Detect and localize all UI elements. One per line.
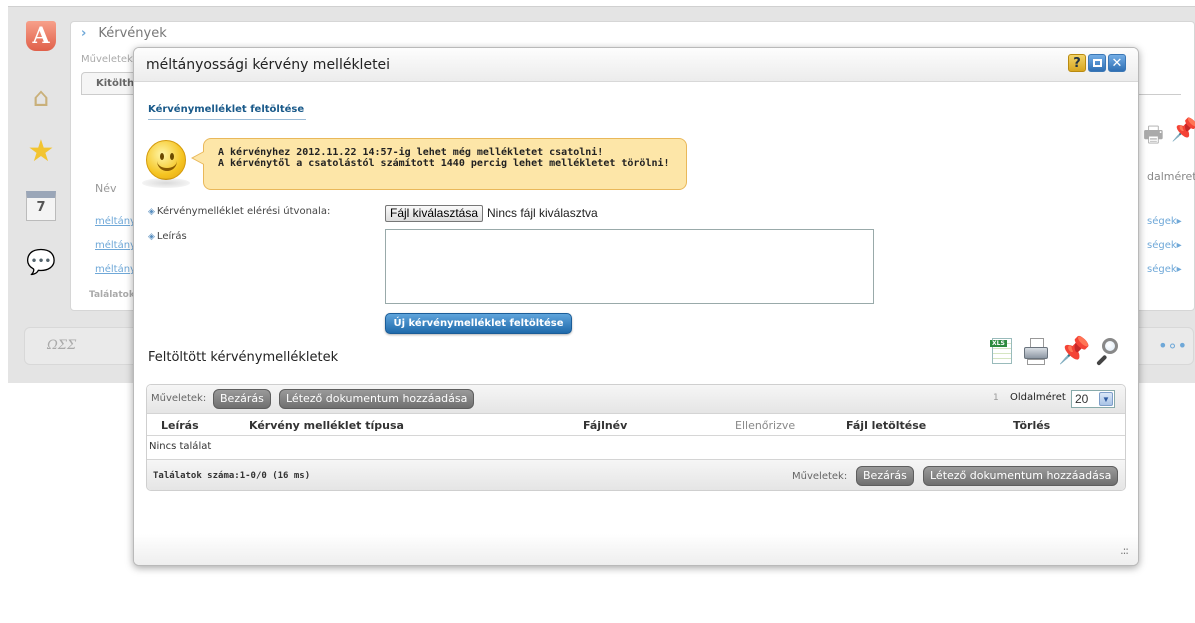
printer-tray — [1027, 359, 1045, 365]
home-icon[interactable]: ⌂ — [26, 83, 56, 113]
col-header-checked: Ellenőrizve — [735, 419, 796, 432]
smiley-icon — [146, 140, 186, 180]
upload-section-heading: Kérvénymelléklet feltöltése — [148, 104, 305, 115]
found-count: Találatok száma:1-0/0 (16 ms) — [153, 471, 311, 481]
dialog-header-buttons: ? ✕ — [1068, 54, 1126, 72]
print-icon[interactable] — [1022, 336, 1050, 366]
maximize-icon — [1092, 59, 1102, 67]
smiley-mouth — [157, 159, 177, 171]
background-actions-label: Műveletek: — [81, 54, 137, 65]
col-header-delete[interactable]: Törlés — [1013, 419, 1050, 432]
star-icon[interactable]: ★ — [26, 137, 56, 167]
description-label: ◈ Leírás — [148, 231, 187, 242]
background-row-action-link[interactable]: ségek▸ — [1147, 216, 1182, 227]
choose-file-button[interactable]: Fájl kiválasztása — [385, 205, 484, 222]
background-row-action-link[interactable]: ségek▸ — [1147, 240, 1182, 251]
search-icon[interactable] — [1092, 336, 1120, 366]
footer-close-button[interactable]: Bezárás — [856, 466, 914, 486]
grid-header-divider — [147, 435, 1125, 436]
col-header-file-download[interactable]: Fájl letöltése — [846, 419, 926, 432]
magnifier-handle — [1096, 354, 1108, 366]
background-row-action-link[interactable]: ségek▸ — [1147, 264, 1182, 275]
notice-bubble-tail-fill — [193, 152, 204, 164]
smiley-shadow — [142, 178, 190, 188]
maximize-button[interactable] — [1088, 54, 1106, 72]
dialog-header[interactable]: méltányossági kérvény mellékletei ? ✕ — [134, 48, 1138, 82]
diamond-bullet-icon: ◈ — [148, 207, 155, 217]
chat-icon[interactable]: 💬 — [26, 247, 56, 277]
path-label: ◈ Kérvénymelléklet elérési útvonala: — [148, 206, 330, 217]
add-existing-document-button[interactable]: Létező dokumentum hozzáadása — [279, 389, 475, 409]
no-result-row: Nincs találat — [149, 441, 212, 452]
attachments-grid: Műveletek: Bezárás Létező dokumentum hoz… — [146, 384, 1126, 491]
background-print-icon[interactable]: 🖶 — [1143, 118, 1164, 156]
path-label-text: Kérvénymelléklet elérési útvonala: — [156, 206, 331, 217]
page-size-select[interactable]: 20 ▼ — [1071, 390, 1115, 408]
background-page-size-label: dalméret — [1147, 170, 1195, 183]
page-size-label: Oldalméret — [1010, 392, 1066, 403]
grid-toolbar: Műveletek: Bezárás Létező dokumentum hoz… — [147, 385, 1125, 414]
app-logo-icon[interactable]: A — [26, 21, 56, 51]
description-label-text: Leírás — [156, 231, 187, 242]
dialog-bottom-bar — [134, 534, 1138, 565]
upload-attachment-button[interactable]: Új kérvénymelléklet feltöltése — [385, 313, 572, 334]
dialog-title: méltányossági kérvény mellékletei — [146, 57, 391, 73]
upload-heading-underline — [148, 119, 306, 120]
footer-actions-label: Műveletek: — [792, 471, 848, 482]
page-number[interactable]: 1 — [993, 393, 999, 403]
col-header-filename[interactable]: Fájlnév — [583, 419, 627, 432]
background-title-text: Kérvények — [98, 26, 167, 41]
chevron-right-icon: › — [81, 26, 87, 41]
xls-export-icon[interactable]: XLS — [988, 336, 1016, 366]
notice-bubble: A kérvényhez 2012.11.22 14:57-ig lehet m… — [203, 138, 687, 190]
attachments-dialog: méltányossági kérvény mellékletei ? ✕ Ké… — [133, 47, 1139, 566]
col-header-description[interactable]: Leírás — [161, 419, 199, 432]
pin-icon[interactable]: 📌 — [1058, 336, 1090, 366]
notice-line-deadline: A kérvényhez 2012.11.22 14:57-ig lehet m… — [218, 147, 604, 158]
background-pin-icon[interactable]: 📌 — [1171, 118, 1195, 143]
background-col-name: Név — [95, 182, 117, 195]
grid-footer: Találatok száma:1-0/0 (16 ms) Műveletek:… — [147, 459, 1125, 490]
chevron-down-icon[interactable]: ▼ — [1099, 392, 1113, 406]
help-button[interactable]: ? — [1068, 54, 1086, 72]
col-header-attachment-type[interactable]: Kérvény melléklet típusa — [249, 419, 404, 432]
footer-add-existing-document-button[interactable]: Létező dokumentum hozzáadása — [923, 466, 1119, 486]
xls-tag: XLS — [990, 340, 1007, 347]
page-size-value: 20 — [1075, 392, 1089, 406]
grid-tool-icons: XLS 📌 — [988, 336, 1123, 368]
diamond-bullet-icon: ◈ — [148, 232, 155, 242]
background-page-title: › Kérvények — [81, 26, 167, 41]
description-textarea[interactable] — [385, 229, 874, 304]
footer-dots-icon: •∘• — [1158, 336, 1187, 355]
footer-logo: ΩΣΣ — [47, 338, 77, 353]
close-grid-button[interactable]: Bezárás — [213, 389, 271, 409]
no-file-selected-text: Nincs fájl kiválasztva — [487, 206, 598, 220]
grid-actions-label: Műveletek: — [151, 393, 207, 404]
notice-line-delete: A kérvénytől a csatolástól számított 144… — [218, 158, 670, 169]
calendar-icon[interactable]: 7 — [26, 191, 56, 221]
close-button[interactable]: ✕ — [1108, 54, 1126, 72]
printer-body — [1024, 347, 1048, 359]
magnifier-lens — [1102, 338, 1118, 354]
uploaded-attachments-title: Feltöltött kérvénymellékletek — [148, 350, 339, 365]
resize-grip-icon[interactable]: .:: — [1120, 544, 1129, 557]
